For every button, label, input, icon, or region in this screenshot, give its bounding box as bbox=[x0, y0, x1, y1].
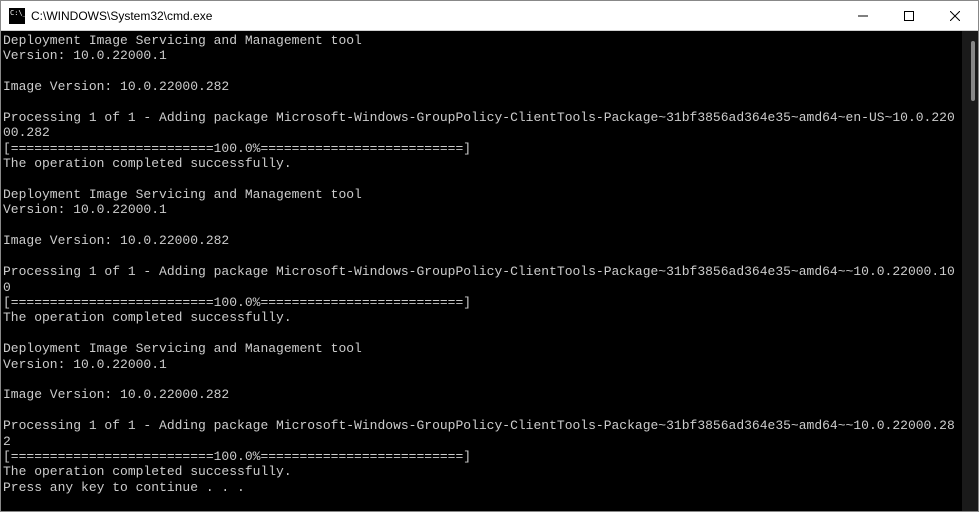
vertical-scrollbar[interactable] bbox=[962, 31, 978, 511]
cmd-icon bbox=[9, 8, 25, 24]
window-titlebar[interactable]: C:\WINDOWS\System32\cmd.exe bbox=[1, 1, 978, 31]
close-button[interactable] bbox=[932, 1, 978, 31]
console-output[interactable]: Deployment Image Servicing and Managemen… bbox=[1, 31, 962, 511]
maximize-button[interactable] bbox=[886, 1, 932, 31]
scrollbar-thumb[interactable] bbox=[971, 41, 975, 101]
window-title: C:\WINDOWS\System32\cmd.exe bbox=[31, 9, 212, 23]
close-icon bbox=[950, 11, 960, 21]
minimize-button[interactable] bbox=[840, 1, 886, 31]
minimize-icon bbox=[858, 11, 868, 21]
console-area: Deployment Image Servicing and Managemen… bbox=[1, 31, 978, 511]
maximize-icon bbox=[904, 11, 914, 21]
